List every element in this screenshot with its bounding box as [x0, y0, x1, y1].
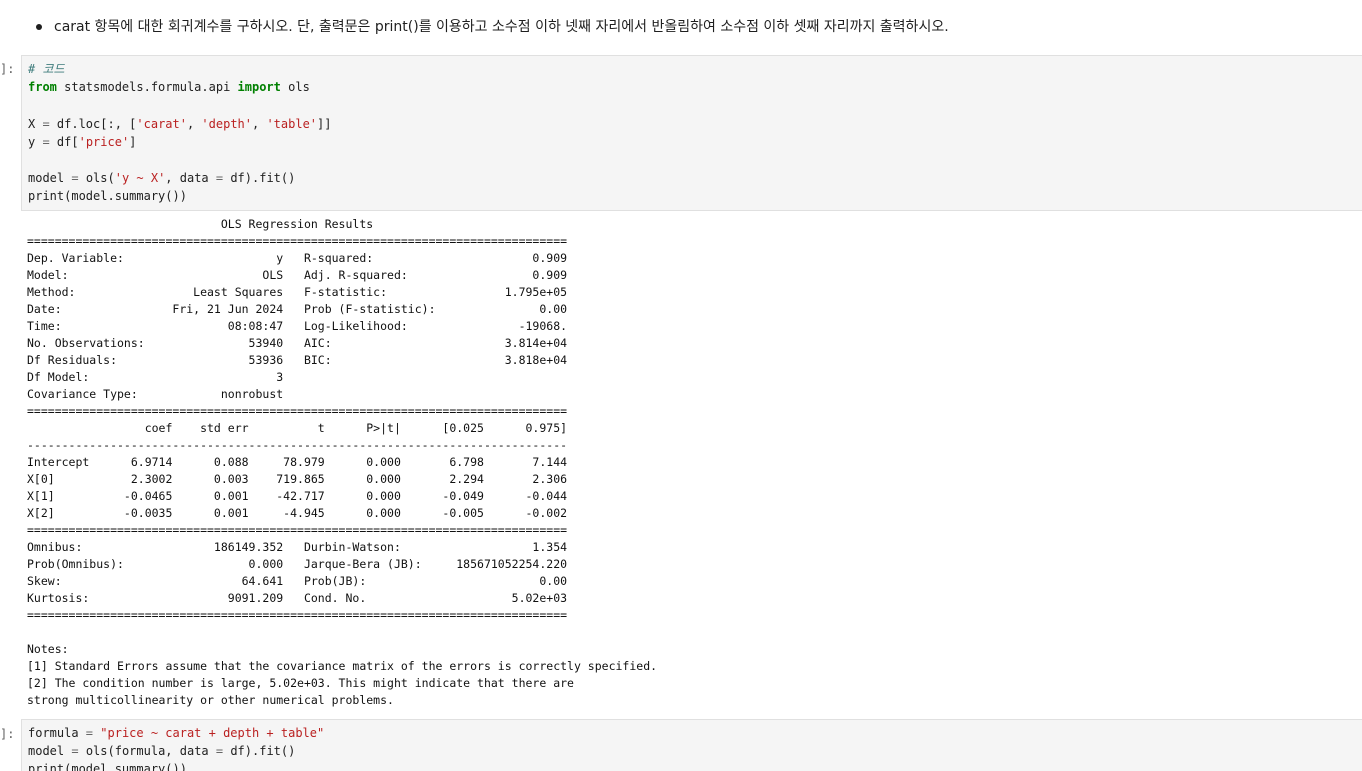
- code-text: ols(: [78, 171, 115, 186]
- code-text: df[: [49, 134, 79, 149]
- operator: =: [42, 116, 50, 131]
- code-text: print(model.summary()): [28, 189, 187, 204]
- bullet-icon: [36, 24, 42, 30]
- code-text: ,: [252, 116, 267, 131]
- code-text: print(model.summary()): [28, 762, 187, 771]
- keyword-from: from: [28, 80, 57, 95]
- cell-prompt: ]:: [0, 727, 15, 741]
- string-literal: 'carat': [136, 116, 187, 131]
- module-name: statsmodels.formula.api: [56, 80, 238, 95]
- operator: =: [71, 171, 79, 186]
- code-text: ]]: [317, 116, 332, 131]
- code-cell-formula[interactable]: formula = "price ~ carat + depth + table…: [21, 719, 1362, 771]
- string-literal: 'table': [266, 116, 318, 131]
- operator: =: [85, 726, 94, 740]
- code-cell-regression[interactable]: # 코드 from statsmodels.formula.api import…: [21, 55, 1362, 211]
- code-text: formula: [28, 726, 86, 740]
- operator: =: [42, 134, 50, 149]
- code-text: df.loc[:, [: [49, 116, 137, 131]
- code-text: , data: [165, 171, 216, 186]
- cell-prompt: ]:: [0, 62, 15, 76]
- string-literal: 'price': [78, 134, 130, 149]
- keyword-import: import: [237, 80, 281, 95]
- string-literal: 'depth': [201, 116, 252, 131]
- import-name: ols: [280, 80, 310, 95]
- code-editor[interactable]: # 코드 from statsmodels.formula.api import…: [28, 60, 331, 206]
- code-text: ,: [186, 116, 202, 131]
- markdown-cell[interactable]: carat 항목에 대한 회귀계수를 구하시오. 단, 출력문은 print()…: [0, 0, 1362, 52]
- operator: =: [71, 744, 79, 759]
- code-text: df).fit(): [223, 744, 296, 759]
- code-text: ]: [129, 134, 137, 149]
- string-literal: "price ~ carat + depth + table": [100, 726, 325, 740]
- cell-output: OLS Regression Results =================…: [27, 217, 658, 707]
- code-editor[interactable]: formula = "price ~ carat + depth + table…: [28, 724, 324, 771]
- code-text: ols(formula, data: [78, 744, 216, 759]
- code-text: df).fit(): [223, 171, 296, 186]
- code-text: model: [28, 744, 72, 759]
- code-comment: # 코드: [28, 62, 65, 76]
- code-text: model: [28, 171, 72, 186]
- code-text: y: [28, 134, 43, 149]
- instruction-text: carat 항목에 대한 회귀계수를 구하시오. 단, 출력문은 print()…: [54, 19, 949, 35]
- string-literal: 'y ~ X': [114, 171, 166, 186]
- code-text: X: [28, 116, 43, 131]
